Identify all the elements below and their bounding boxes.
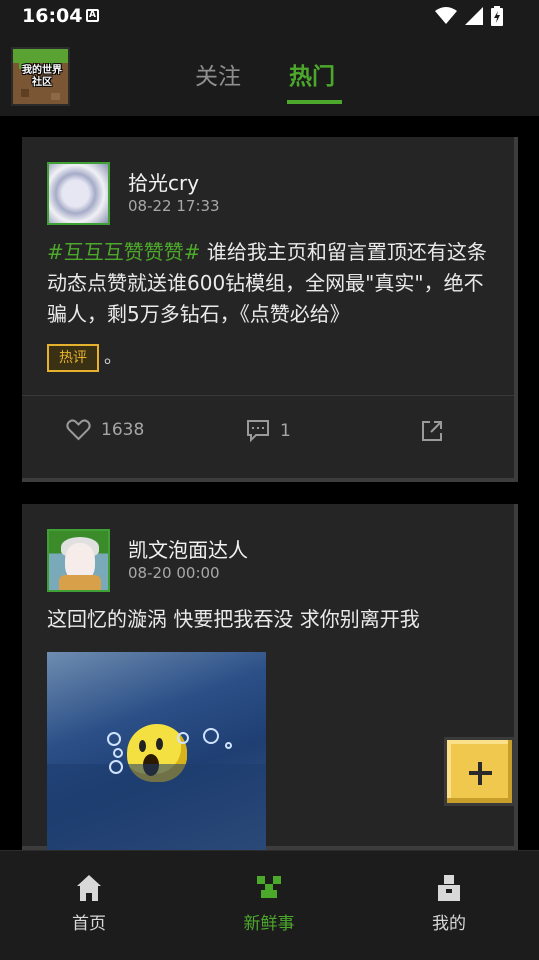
avatar[interactable]: [47, 529, 110, 592]
creeper-icon: [257, 876, 281, 901]
post-hashtag[interactable]: #互互互赞赞赞#: [47, 240, 201, 264]
divider: [22, 395, 514, 396]
post-text: 这回忆的漩涡 快要把我吞没 求你别离开我: [47, 607, 420, 631]
post-username[interactable]: 拾光cry: [128, 167, 199, 196]
post-username[interactable]: 凯文泡面达人: [128, 534, 248, 563]
post-card[interactable]: 拾光cry 08-22 17:33 #互互互赞赞赞# 谁给我主页和留言置顶还有这…: [22, 137, 518, 482]
nav-news[interactable]: 新鲜事: [224, 873, 314, 934]
nav-me[interactable]: 我的: [404, 873, 494, 934]
like-button[interactable]: 1638: [66, 419, 144, 441]
app-logo[interactable]: 我的世界社区: [11, 47, 70, 106]
tab-hot[interactable]: 热门: [289, 57, 335, 91]
battery-icon: [491, 6, 503, 26]
status-bar: 16:04 A: [0, 0, 539, 32]
nav-me-label: 我的: [432, 914, 466, 934]
notification-icon: A: [86, 9, 99, 22]
logo-text: 我的世界社区: [22, 65, 62, 88]
comment-icon: [247, 420, 269, 443]
signal-icon: [465, 7, 483, 25]
status-time: 16:04: [22, 5, 83, 27]
comment-button[interactable]: 1: [246, 419, 291, 443]
app-header: 我的世界社区 关注 热门: [0, 32, 539, 116]
post-content: #互互互赞赞赞# 谁给我主页和留言置顶还有这条动态点赞就送谁600钻模组，全网最…: [47, 237, 497, 330]
post-timestamp: 08-20 00:00: [128, 564, 220, 582]
post-timestamp: 08-22 17:33: [128, 197, 220, 215]
nav-news-label: 新鲜事: [243, 914, 295, 934]
share-icon: [422, 421, 442, 441]
share-button[interactable]: [420, 419, 444, 443]
create-post-button[interactable]: [444, 737, 515, 806]
tab-follow[interactable]: 关注: [195, 57, 241, 91]
heart-icon: [66, 419, 91, 441]
hot-comment-badge: 热评: [47, 344, 99, 372]
post-image[interactable]: [47, 652, 266, 850]
nav-home[interactable]: 首页: [44, 873, 134, 934]
badge-suffix: 。: [104, 347, 122, 368]
nav-home-label: 首页: [72, 914, 106, 934]
comment-count: 1: [280, 421, 291, 441]
wifi-icon: [435, 7, 457, 24]
home-icon: [77, 875, 101, 901]
like-count: 1638: [101, 420, 145, 440]
avatar[interactable]: [47, 162, 110, 225]
status-icons: [435, 6, 503, 26]
bottom-nav: 首页 新鲜事 我的: [0, 850, 539, 960]
profile-icon: [438, 875, 460, 901]
active-tab-indicator: [287, 100, 342, 104]
